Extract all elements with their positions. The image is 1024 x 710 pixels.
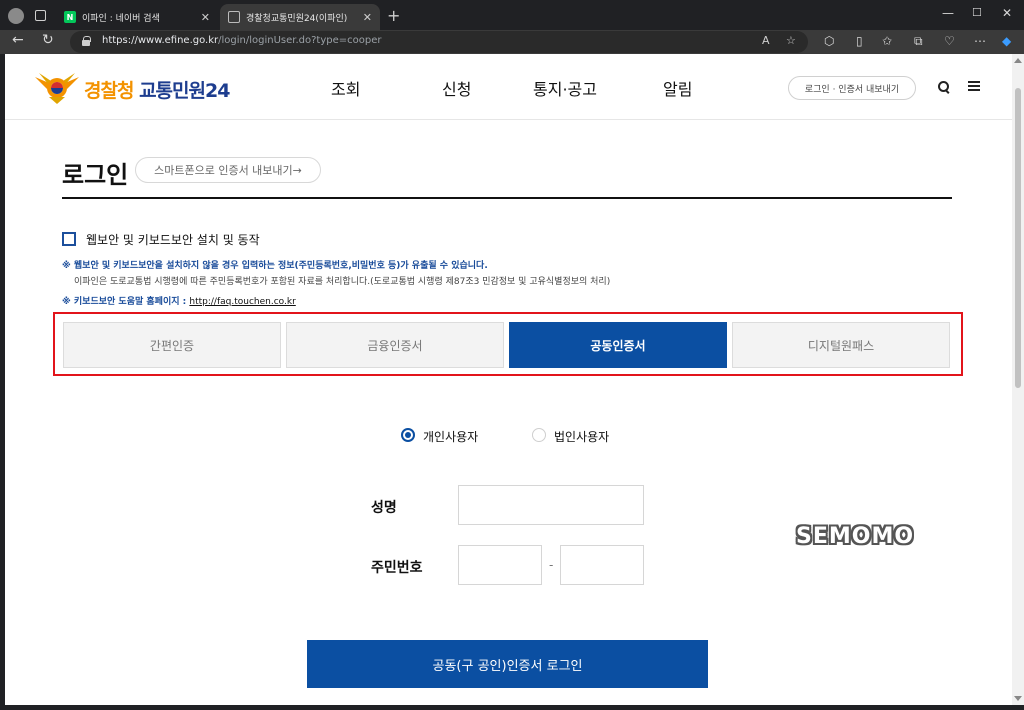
page-title: 로그인: [62, 161, 129, 189]
radio-individual-label[interactable]: 개인사용자: [423, 428, 478, 445]
window-close-icon[interactable]: ✕: [1002, 6, 1012, 20]
split-screen-icon[interactable]: ▯: [856, 34, 863, 48]
close-icon[interactable]: ✕: [201, 11, 210, 24]
login-export-button[interactable]: 로그인 · 인증서 내보내기: [788, 76, 916, 100]
title-divider: [62, 197, 952, 199]
refresh-icon[interactable]: ↻: [42, 32, 54, 48]
watermark: SEMOMO: [796, 524, 915, 549]
radio-individual-user[interactable]: [401, 428, 415, 442]
name-input[interactable]: [458, 485, 644, 525]
tab-title: 이파인 : 네이버 검색: [82, 13, 160, 24]
web-page: 경찰청 교통민원24 조회 신청 통지·공고 알림 로그인 · 인증서 내보내기…: [5, 54, 1012, 705]
tab-joint-cert[interactable]: 공동인증서: [509, 322, 727, 368]
page-favicon-icon: [228, 11, 240, 23]
cert-type-tabs: 간편인증 금융인증서 공동인증서 디지털원패스: [53, 312, 963, 376]
search-icon[interactable]: [938, 81, 949, 92]
browser-tab-naver-search[interactable]: N 이파인 : 네이버 검색 ✕: [56, 4, 218, 30]
rrn-label: 주민번호: [371, 560, 423, 576]
security-warning-text: ※ 웹보안 및 키보드보안을 설치하지 않을 경우 입력하는 정보(주민등록번호…: [62, 261, 488, 271]
favorite-star-icon[interactable]: ☆: [786, 34, 796, 47]
rrn-front-input[interactable]: [458, 545, 542, 585]
scroll-thumb[interactable]: [1015, 88, 1021, 388]
more-options-icon[interactable]: ⋯: [974, 34, 986, 48]
tab-title: 경찰청교통민원24(이파인): [246, 13, 348, 24]
cert-login-button[interactable]: 공동(구 공인)인증서 로그인: [307, 640, 708, 688]
security-checkbox-label[interactable]: 웹보안 및 키보드보안 설치 및 동작: [86, 231, 260, 248]
radio-corporate-label[interactable]: 법인사용자: [554, 428, 609, 445]
radio-corporate-user[interactable]: [532, 428, 546, 442]
nav-inquiry[interactable]: 조회: [331, 76, 360, 100]
minimize-icon[interactable]: —: [942, 6, 954, 20]
scroll-down-arrow-icon[interactable]: [1014, 696, 1022, 701]
site-logo-text[interactable]: 경찰청 교통민원24: [84, 76, 230, 103]
favorites-icon[interactable]: ✩: [882, 34, 892, 48]
read-aloud-icon[interactable]: A: [762, 34, 770, 47]
tab-actions-icon[interactable]: [35, 10, 46, 21]
site-header: 경찰청 교통민원24 조회 신청 통지·공고 알림 로그인 · 인증서 내보내기: [5, 54, 1012, 120]
lock-icon[interactable]: [82, 36, 91, 47]
browser-essentials-icon[interactable]: ♡: [944, 34, 955, 48]
browser-tab-efine[interactable]: 경찰청교통민원24(이파인) ✕: [220, 4, 380, 30]
nav-alerts[interactable]: 알림: [663, 76, 692, 100]
collections-icon[interactable]: ⧉: [914, 34, 923, 49]
new-tab-icon[interactable]: +: [387, 6, 400, 25]
extensions-icon[interactable]: ⬡: [824, 34, 834, 48]
browser-toolbar: ← ↻ https://www.efine.go.kr/login/loginU…: [0, 30, 1024, 54]
copilot-icon[interactable]: ◆: [1002, 34, 1011, 48]
maximize-icon[interactable]: ☐: [972, 6, 982, 19]
smartphone-export-button[interactable]: 스마트폰으로 인증서 내보내기→: [135, 157, 321, 183]
rrn-separator: -: [549, 558, 554, 572]
keyboard-help-link[interactable]: http://faq.touchen.co.kr: [189, 297, 295, 307]
tab-financial-cert[interactable]: 금융인증서: [286, 322, 504, 368]
browser-tab-bar: N 이파인 : 네이버 검색 ✕ 경찰청교통민원24(이파인) ✕ + — ☐ …: [0, 0, 1024, 30]
url-text[interactable]: https://www.efine.go.kr/login/loginUser.…: [102, 35, 382, 46]
naver-favicon-icon: N: [64, 11, 76, 23]
security-checkbox[interactable]: [62, 232, 76, 246]
name-label: 성명: [371, 500, 397, 516]
back-icon[interactable]: ←: [12, 32, 24, 48]
tab-digital-onepass[interactable]: 디지털원패스: [732, 322, 950, 368]
profile-avatar[interactable]: [8, 8, 24, 24]
hamburger-menu-icon[interactable]: [968, 81, 980, 91]
police-emblem-icon[interactable]: [33, 71, 81, 105]
keyboard-help-text: ※ 키보드보안 도움말 홈페이지 : http://faq.touchen.co…: [62, 297, 296, 307]
tab-simple-auth[interactable]: 간편인증: [63, 322, 281, 368]
scroll-up-arrow-icon[interactable]: [1014, 58, 1022, 63]
privacy-notice-text: 이파인은 도로교통법 시행령에 따른 주민등록번호가 포함된 자료를 처리합니다…: [74, 277, 611, 287]
close-icon[interactable]: ✕: [363, 11, 372, 24]
nav-apply[interactable]: 신청: [442, 76, 471, 100]
rrn-back-input[interactable]: [560, 545, 644, 585]
nav-notice[interactable]: 통지·공고: [533, 76, 597, 100]
address-bar[interactable]: https://www.efine.go.kr/login/loginUser.…: [70, 31, 808, 53]
page-scrollbar[interactable]: [1012, 54, 1024, 705]
